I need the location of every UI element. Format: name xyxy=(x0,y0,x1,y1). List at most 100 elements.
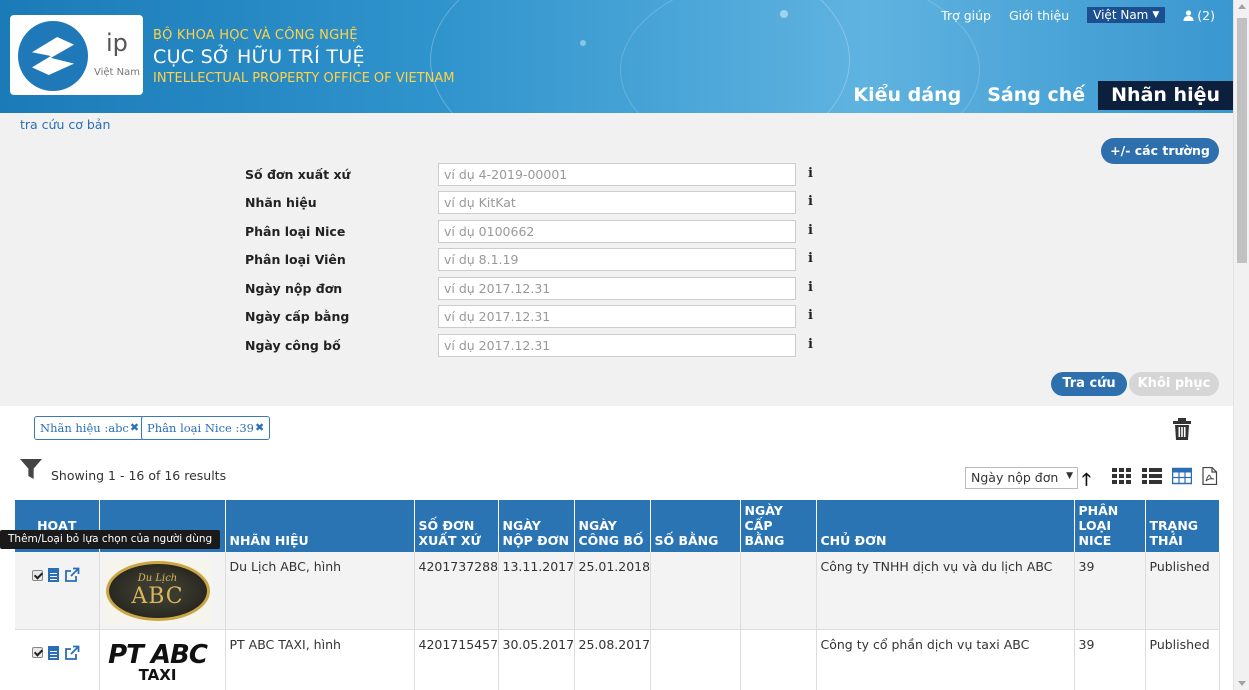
ministry-name: BỘ KHOA HỌC VÀ CÔNG NGHỆ xyxy=(153,28,358,43)
user-count: (2) xyxy=(1197,7,1215,23)
form-row-registration-date: Ngày cấp bằng i xyxy=(245,305,820,328)
language-select[interactable]: Việt Nam ▼ xyxy=(1087,7,1166,23)
external-link-icon[interactable] xyxy=(64,645,80,661)
logo-image-line1: Du Lịch xyxy=(137,573,178,584)
registration-number-cell xyxy=(650,629,741,690)
application-number-input[interactable] xyxy=(438,163,796,186)
application-number-cell: 4201737288 xyxy=(414,552,499,630)
form-row-filing-date: Ngày nộp đơn i xyxy=(245,277,820,300)
table-row[interactable]: PT ABC TAXI PT ABC TAXI, hình 4201715457… xyxy=(15,629,1220,690)
help-link[interactable]: Trợ giúp xyxy=(941,8,991,23)
external-link-icon[interactable] xyxy=(64,567,80,583)
field-label: Phân loại Nice xyxy=(245,224,346,239)
remove-filter-icon[interactable]: ✖ xyxy=(130,417,139,439)
scroll-down-icon[interactable] xyxy=(1238,681,1246,686)
remove-filter-icon[interactable]: ✖ xyxy=(255,417,264,439)
registration-date-cell xyxy=(740,552,817,630)
main-nav-tabs: Kiểu dáng Sáng chế Nhãn hiệu xyxy=(840,81,1233,110)
publication-date-cell: 25.08.2017 xyxy=(574,629,651,690)
form-row-nice-class: Phân loại Nice i xyxy=(245,220,820,243)
col-header-publication-date[interactable]: NGÀY CÔNG BỐ xyxy=(574,500,651,552)
ip-vietnam-logo[interactable]: ip Việt Nam xyxy=(10,15,143,95)
logo-image-line2: TAXI xyxy=(138,665,177,684)
logo-image-line2: ABC xyxy=(131,584,184,609)
form-row-publication-date: Ngày công bố i xyxy=(245,334,820,357)
col-header-nice-class[interactable]: PHÂN LOẠI NICE xyxy=(1074,500,1146,552)
table-row[interactable]: Du Lịch ABC Du Lịch ABC, hình 4201737288… xyxy=(15,552,1220,630)
registration-date-input[interactable] xyxy=(438,305,796,328)
info-icon[interactable]: i xyxy=(808,280,813,295)
info-icon[interactable]: i xyxy=(808,251,813,266)
trademark-logo-image[interactable]: PT ABC TAXI xyxy=(104,640,212,690)
nice-class-cell: 39 xyxy=(1074,552,1146,630)
mark-input[interactable] xyxy=(438,191,796,214)
info-icon[interactable]: i xyxy=(808,337,813,352)
publication-date-cell: 25.01.2018 xyxy=(574,552,651,630)
toggle-fields-button[interactable]: +/- các trường xyxy=(1101,138,1219,164)
filter-chip-label: Nhãn hiệu :abc xyxy=(40,421,129,435)
scrollbar-thumb[interactable] xyxy=(1237,18,1247,263)
user-icon xyxy=(1183,9,1194,21)
owner-cell: Công ty cổ phần dịch vụ taxi ABC xyxy=(816,629,1075,690)
tab-kieu-dang[interactable]: Kiểu dáng xyxy=(840,81,974,110)
col-header-status[interactable]: TRẠNG THÁI xyxy=(1145,500,1220,552)
grid-view-icon[interactable] xyxy=(1112,467,1132,485)
sort-direction-icon[interactable]: 🡑 xyxy=(1082,467,1091,496)
pdf-export-icon[interactable] xyxy=(1200,467,1220,485)
sort-select[interactable]: Ngày nộp đơn ▼ xyxy=(965,467,1078,489)
breadcrumb[interactable]: tra cứu cơ bản xyxy=(20,117,110,132)
search-button[interactable]: Tra cứu xyxy=(1051,372,1127,396)
action-cell xyxy=(15,629,100,690)
tab-sang-che[interactable]: Sáng chế xyxy=(974,81,1098,110)
status-cell: Published xyxy=(1145,552,1220,630)
action-cell xyxy=(15,552,100,630)
list-view-icon[interactable] xyxy=(1142,467,1162,485)
info-icon[interactable]: i xyxy=(808,194,813,209)
col-header-owner[interactable]: CHỦ ĐƠN xyxy=(816,500,1075,552)
nice-class-input[interactable] xyxy=(438,220,796,243)
page-scrollbar[interactable] xyxy=(1233,0,1249,690)
scroll-up-icon[interactable] xyxy=(1238,4,1246,9)
reset-button[interactable]: Khôi phục xyxy=(1129,372,1219,396)
document-icon[interactable] xyxy=(48,568,59,582)
info-icon[interactable]: i xyxy=(808,166,813,181)
col-header-registration-date[interactable]: NGÀY CẤP BẰNG xyxy=(740,500,817,552)
application-number-cell: 4201715457 xyxy=(414,629,499,690)
document-icon[interactable] xyxy=(48,645,59,660)
trash-icon[interactable] xyxy=(1172,418,1192,440)
checkbox-tooltip: Thêm/Loại bỏ lựa chọn của người dùng xyxy=(0,530,221,549)
top-links: Trợ giúp Giới thiệu Việt Nam ▼ (2) xyxy=(941,7,1215,23)
logo-cell: Du Lịch ABC xyxy=(99,552,226,630)
about-link[interactable]: Giới thiệu xyxy=(1009,8,1069,23)
select-checkbox[interactable] xyxy=(32,569,43,581)
filing-date-input[interactable] xyxy=(438,277,796,300)
info-icon[interactable]: i xyxy=(808,308,813,323)
filter-chip-nice[interactable]: Phân loại Nice :39 ✖ xyxy=(141,416,271,440)
filter-funnel-icon[interactable] xyxy=(20,459,42,479)
filing-date-cell: 13.11.2017 xyxy=(498,552,575,630)
select-checkbox[interactable] xyxy=(32,647,43,658)
col-header-filing-date[interactable]: NGÀY NỘP ĐƠN xyxy=(498,500,575,552)
publication-date-input[interactable] xyxy=(438,334,796,357)
filing-date-cell: 30.05.2017 xyxy=(498,629,575,690)
vienna-class-input[interactable] xyxy=(438,248,796,271)
logo-cell: PT ABC TAXI xyxy=(99,629,226,690)
filter-chip-mark[interactable]: Nhãn hiệu :abc ✖ xyxy=(34,416,146,440)
results-table: HOẠT ĐỘNG LOGO NHÃN HIỆU SỐ ĐƠN XUẤT XỨ … xyxy=(15,500,1220,690)
office-name-english: INTELLECTUAL PROPERTY OFFICE OF VIETNAM xyxy=(153,71,455,86)
nice-class-cell: 39 xyxy=(1074,629,1146,690)
tab-nhan-hieu[interactable]: Nhãn hiệu xyxy=(1098,81,1233,110)
col-header-mark[interactable]: NHÃN HIỆU xyxy=(225,500,415,552)
form-row-vienna-class: Phân loại Viên i xyxy=(245,248,820,271)
trademark-logo-image[interactable]: Du Lịch ABC xyxy=(103,559,212,623)
office-name: CỤC SỞ HỮU TRÍ TUỆ xyxy=(153,46,365,68)
info-icon[interactable]: i xyxy=(808,223,813,238)
field-label: Ngày công bố xyxy=(245,338,341,353)
user-menu[interactable]: (2) xyxy=(1183,8,1215,23)
col-header-application-number[interactable]: SỐ ĐƠN XUẤT XỨ xyxy=(414,500,499,552)
col-header-registration-number[interactable]: SỐ BẰNG xyxy=(650,500,741,552)
status-cell: Published xyxy=(1145,629,1220,690)
registration-number-cell xyxy=(650,552,741,630)
table-view-icon[interactable] xyxy=(1172,467,1192,485)
language-value: Việt Nam xyxy=(1093,8,1149,22)
